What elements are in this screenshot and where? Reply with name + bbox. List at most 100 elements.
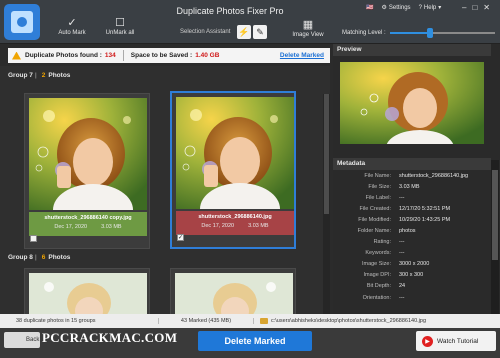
- groups-scrollbar[interactable]: [323, 94, 330, 314]
- help-link[interactable]: ? Help ▾: [418, 4, 442, 12]
- photo-checkbox-checked[interactable]: ✓: [177, 234, 184, 241]
- photo-caption: shutterstock_296886140 copy.jpg Dec 17, …: [29, 212, 147, 236]
- delete-marked-button[interactable]: Delete Marked: [198, 331, 312, 351]
- photo-thumbnail[interactable]: [29, 98, 147, 210]
- close-button[interactable]: ✕: [483, 3, 490, 12]
- metadata-row: Image Size: 3000 x 2000: [333, 259, 491, 270]
- metadata-key: Rating:: [373, 239, 391, 246]
- photo-card[interactable]: [24, 268, 150, 314]
- metadata-key: Orientation:: [362, 294, 391, 301]
- metadata-list: File Name: shutterstock_296886140.jpg File…: [333, 170, 491, 303]
- metadata-value: 10/29/20 1:43:25 PM: [399, 216, 451, 223]
- delete-marked-link[interactable]: Delete Marked: [280, 52, 324, 59]
- saved-value: 1.40 GB: [195, 52, 220, 59]
- metadata-value: shutterstock_296886140.jpg: [399, 172, 469, 179]
- selection-assistant-auto-button[interactable]: ⚡: [237, 25, 251, 39]
- photo-size: 3.03 MB: [101, 224, 122, 230]
- app-logo-icon: [4, 4, 40, 40]
- photo-card-selected[interactable]: shutterstock_296886140.jpg Dec 17, 2020 3…: [170, 91, 296, 249]
- image-view-label: Image View: [292, 32, 324, 38]
- metadata-key: Keywords:: [365, 250, 391, 257]
- app-title: Duplicate Photos Fixer Pro: [176, 6, 284, 16]
- metadata-key: File Created:: [359, 205, 392, 212]
- metadata-value: photos: [399, 228, 416, 235]
- matching-level-thumb[interactable]: [426, 28, 433, 38]
- gear-icon: ⚙: [381, 5, 387, 11]
- warning-icon: [12, 51, 21, 60]
- metadata-row: Keywords: ---: [333, 248, 491, 259]
- photo-checkbox[interactable]: [30, 235, 37, 242]
- unmark-all-button[interactable]: ☐ UnMark all: [98, 16, 142, 36]
- metadata-value: 300 x 300: [399, 272, 424, 279]
- settings-link[interactable]: ⚙ Settings: [381, 4, 410, 12]
- auto-mark-label: Auto Mark: [58, 30, 86, 36]
- metadata-key: File Name:: [364, 172, 391, 179]
- photo-filename: shutterstock_296886140 copy.jpg: [44, 215, 132, 221]
- photo-thumbnail[interactable]: [29, 273, 147, 314]
- found-value: 134: [104, 52, 116, 59]
- group-header: Group 7 | 2 Photos: [8, 71, 71, 79]
- question-icon: ?: [418, 4, 422, 11]
- metadata-key: Bit Depth:: [366, 283, 391, 290]
- metadata-key: File Modified:: [358, 216, 391, 223]
- metadata-key: Image DPI:: [363, 272, 391, 279]
- auto-mark-icon: ✓: [67, 17, 77, 29]
- banner-divider: [122, 50, 124, 61]
- groups-list: Group 7 | 2 Photos shutterstock_29688614…: [0, 66, 330, 314]
- photo-thumbnail[interactable]: [175, 273, 293, 314]
- matching-level-label: Matching Level :: [342, 30, 386, 36]
- folder-icon: [260, 318, 268, 324]
- play-icon: ▶: [422, 335, 433, 347]
- language-flag-icon[interactable]: 🇺🇸: [366, 4, 373, 11]
- photo-size: 3.03 MB: [248, 223, 269, 229]
- photo-card[interactable]: shutterstock_296886140 copy.jpg Dec 17, …: [24, 93, 150, 249]
- photo-date: Dec 17, 2020: [201, 223, 235, 229]
- auto-mark-button[interactable]: ✓ Auto Mark: [52, 16, 92, 36]
- preview-title: Preview: [333, 44, 491, 56]
- selection-assistant-label: Selection Assistant: [180, 29, 231, 35]
- metadata-row: Rating: ---: [333, 237, 491, 248]
- metadata-row: File Name: shutterstock_296886140.jpg: [333, 170, 491, 181]
- status-bar: 38 duplicate photos in 15 groups 43 Mark…: [0, 314, 500, 328]
- metadata-row: File Modified: 10/29/20 1:43:25 PM: [333, 214, 491, 225]
- photo-caption: shutterstock_296886140.jpg Dec 17, 2020 3…: [176, 211, 294, 235]
- metadata-row: File Size: 3.03 MB: [333, 181, 491, 192]
- minimize-button[interactable]: –: [462, 3, 466, 12]
- metadata-key: Image Size:: [361, 261, 391, 268]
- pencil-icon: ✎: [256, 26, 264, 37]
- metadata-value: ---: [399, 250, 405, 257]
- metadata-row: Image DPI: 300 x 300: [333, 270, 491, 281]
- metadata-value: 3.03 MB: [399, 183, 420, 190]
- watermark: PCCRACKMAC.COM: [42, 330, 178, 345]
- photo-card[interactable]: [170, 268, 296, 314]
- photo-date: Dec 17, 2020: [54, 224, 88, 230]
- metadata-value: 24: [399, 283, 406, 290]
- window-controls: – □ ✕: [462, 3, 490, 12]
- image-view-button[interactable]: ▦ Image View: [286, 18, 330, 38]
- metadata-value: ---: [399, 294, 405, 301]
- metadata-key: File Label:: [365, 194, 391, 201]
- watch-tutorial-button[interactable]: ▶ Watch Tutorial: [416, 331, 496, 351]
- found-label: Duplicate Photos found :: [25, 52, 102, 59]
- maximize-button[interactable]: □: [472, 3, 477, 12]
- group-header: Group 8 | 6 Photos: [8, 253, 71, 261]
- metadata-row: Folder Name: photos: [333, 225, 491, 236]
- watch-tutorial-label: Watch Tutorial: [437, 337, 479, 345]
- matching-level-fill: [390, 32, 430, 34]
- unmark-all-icon: ☐: [115, 17, 125, 29]
- saved-label: Space to be Saved :: [130, 52, 193, 59]
- metadata-key: Folder Name:: [357, 228, 391, 235]
- photo-thumbnail[interactable]: [176, 97, 294, 209]
- metadata-title: Metadata: [333, 158, 491, 170]
- preview-image: [340, 62, 484, 144]
- metadata-value: 12/17/20 5:32:51 PM: [399, 205, 451, 212]
- metadata-scrollbar[interactable]: [491, 160, 499, 314]
- wand-icon: ⚡: [238, 26, 250, 37]
- groups-info: 38 duplicate photos in 15 groups: [16, 318, 96, 324]
- metadata-row: Bit Depth: 24: [333, 281, 491, 292]
- back-button[interactable]: Back: [4, 332, 40, 348]
- metadata-value: 3000 x 2000: [399, 261, 430, 268]
- selection-assistant-manual-button[interactable]: ✎: [253, 25, 267, 39]
- metadata-value: ---: [399, 194, 405, 201]
- photo-filename: shutterstock_296886140.jpg: [198, 214, 272, 220]
